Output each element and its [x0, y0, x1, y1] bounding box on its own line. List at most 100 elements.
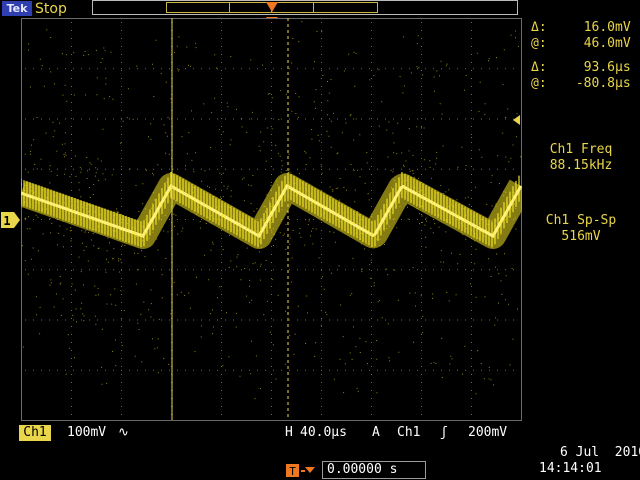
grid-dot [505, 369, 506, 371]
timebase-value[interactable]: 40.0µs [300, 425, 347, 441]
grid-dot [471, 38, 472, 39]
grid-dot [271, 406, 272, 407]
grid-dot [209, 269, 210, 271]
grid-dot [271, 70, 272, 71]
grid-dot [65, 269, 66, 271]
grid-dot [385, 269, 386, 271]
grid-dot [417, 168, 418, 170]
waveform-graticule[interactable] [21, 18, 522, 421]
grid-dot [281, 269, 282, 271]
grid-dot [57, 269, 58, 271]
grid-dot [289, 219, 290, 220]
grid-dot [271, 110, 272, 111]
grid-dot [129, 68, 130, 70]
grid-dot [121, 398, 122, 399]
grid-dot [385, 319, 386, 321]
trigger-level-value[interactable]: 200mV [468, 425, 507, 441]
grid-dot [421, 414, 422, 415]
trigger-level-marker[interactable] [511, 114, 521, 126]
ch1-ground-marker[interactable]: 1 [0, 211, 22, 229]
grid-dot [371, 54, 372, 55]
grid-dot [241, 269, 242, 271]
grid-dot [371, 142, 372, 143]
grid-dot [345, 168, 346, 170]
trigger-offset-field[interactable]: 0.00000 s [322, 461, 426, 479]
grid-dot [471, 62, 472, 63]
grid-dot [305, 118, 306, 120]
grid-dot [385, 118, 386, 120]
grid-dot [185, 118, 186, 120]
grid-dot [221, 198, 222, 199]
grid-dot [97, 118, 98, 120]
grid-dot [321, 30, 322, 31]
grid-dot [321, 150, 322, 151]
grid-dot [321, 78, 322, 79]
grid-dot [433, 369, 434, 371]
grid-dot [329, 68, 330, 70]
grid-dot [71, 158, 72, 159]
grid-dot [121, 319, 122, 321]
grid-dot [177, 68, 178, 70]
grid-dot [71, 22, 72, 23]
grid-dot [121, 190, 122, 191]
grid-dot [371, 278, 372, 279]
grid-dot [465, 369, 466, 371]
grid-dot [371, 62, 372, 63]
grid-dot [321, 366, 322, 367]
grid-dot [65, 369, 66, 371]
grid-dot [337, 68, 338, 70]
cursor-t-delta-value: 93.6µs [583, 60, 631, 75]
ch1-coupling-icon: ∿ [118, 425, 129, 440]
ch1-badge[interactable]: Ch1 [19, 425, 51, 441]
grid-dot [89, 269, 90, 271]
grid-dot [121, 86, 122, 87]
grid-dot [73, 319, 74, 321]
grid-dot [121, 358, 122, 359]
grid-dot [81, 118, 82, 120]
grid-dot [153, 68, 154, 70]
grid-dot [421, 358, 422, 359]
grid-dot [217, 68, 218, 70]
grid-dot [489, 68, 490, 70]
grid-dot [121, 414, 122, 415]
grid-dot [49, 319, 50, 321]
grid-dot [371, 86, 372, 87]
grid-dot [57, 118, 58, 120]
grid-dot [271, 126, 272, 127]
grid-dot [425, 269, 426, 271]
trigger-source[interactable]: Ch1 [397, 425, 420, 441]
grid-dot [249, 269, 250, 271]
grid-dot [449, 118, 450, 120]
grid-dot [473, 118, 474, 120]
grid-dot [71, 118, 72, 119]
grid-dot [371, 318, 372, 319]
grid-dot [321, 350, 322, 351]
grid-dot [481, 168, 482, 170]
grid-dot [471, 102, 472, 103]
grid-dot [73, 118, 74, 120]
grid-dot [421, 326, 422, 327]
grid-dot [71, 286, 72, 287]
grid-dot [409, 369, 410, 371]
grid-dot [71, 294, 72, 295]
grid-dot [371, 198, 372, 199]
grid-dot [471, 110, 472, 111]
grid-dot [233, 369, 234, 371]
grid-dot [153, 269, 154, 271]
grid-dot [169, 68, 170, 70]
grid-dot [371, 326, 372, 327]
grid-dot [513, 319, 514, 321]
grid-dot [221, 230, 222, 231]
grid-dot [221, 326, 222, 327]
grid-dot [65, 118, 66, 120]
grid-dot [513, 269, 514, 271]
grid-dot [145, 369, 146, 371]
grid-dot [417, 219, 418, 220]
grid-dot [221, 94, 222, 95]
grid-dot [505, 118, 506, 120]
grid-dot [201, 269, 202, 271]
grid-dot [161, 269, 162, 271]
grid-dot [71, 334, 72, 335]
grid-dot [481, 369, 482, 371]
grid-dot [161, 118, 162, 120]
